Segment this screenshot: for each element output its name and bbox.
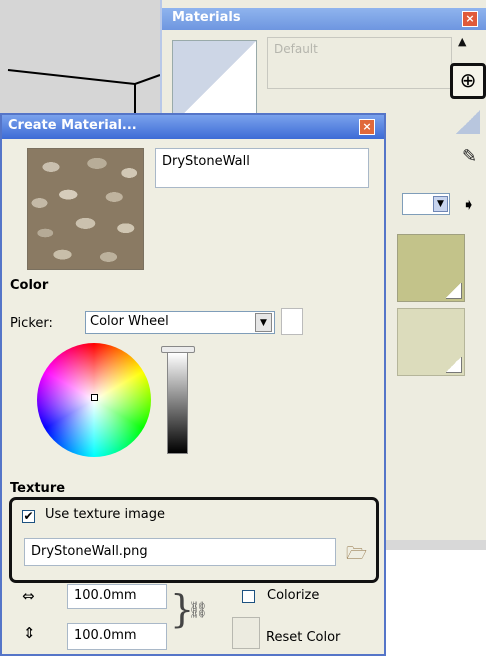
colorize-checkbox[interactable] xyxy=(242,590,255,603)
materials-name-text: Default xyxy=(274,42,318,56)
details-toggle-icon[interactable]: ▲ xyxy=(458,35,466,48)
eyedropper-icon[interactable]: ✎ xyxy=(462,146,477,167)
color-wheel-cursor[interactable] xyxy=(91,394,98,401)
chevron-down-icon[interactable]: ▼ xyxy=(255,313,272,332)
dialog-titlebar[interactable]: Create Material... × xyxy=(2,115,384,139)
height-arrow-icon: ⇕ xyxy=(23,624,36,642)
materials-title: Materials xyxy=(172,10,241,25)
texture-file-field[interactable]: DryStoneWall.png xyxy=(24,538,336,566)
reset-color-swatch[interactable] xyxy=(232,617,260,649)
color-preview-swatch xyxy=(281,308,303,335)
create-material-button[interactable]: ⊕ xyxy=(450,63,486,99)
model-geometry xyxy=(7,69,161,125)
texture-width-field[interactable]: 100.0mm xyxy=(67,584,167,609)
material-tile[interactable] xyxy=(397,308,465,376)
use-texture-checkbox[interactable]: ✔ xyxy=(22,510,35,523)
material-tile[interactable] xyxy=(397,234,465,302)
use-texture-label[interactable]: Use texture image xyxy=(45,507,165,522)
texture-heading: Texture xyxy=(10,481,66,496)
chain-link-icon[interactable]: ⛓ xyxy=(188,600,208,619)
tile-corner-icon xyxy=(446,357,462,373)
dialog-title: Create Material... xyxy=(8,118,137,133)
texture-height-field[interactable]: 100.0mm xyxy=(67,623,167,650)
color-heading: Color xyxy=(10,278,49,293)
materials-collection-select[interactable]: ▼ xyxy=(402,193,450,215)
texture-highlight-group: ✔ Use texture image DryStoneWall.png 🗁 xyxy=(9,497,379,583)
tile-corner-icon xyxy=(446,283,462,299)
chevron-down-icon[interactable]: ▼ xyxy=(433,196,448,212)
picker-select-value: Color Wheel xyxy=(90,314,169,329)
colorize-label[interactable]: Colorize xyxy=(267,588,319,603)
material-name-field[interactable]: DryStoneWall xyxy=(155,148,369,188)
materials-close-button[interactable]: × xyxy=(462,11,478,27)
default-material-swatch[interactable] xyxy=(456,110,480,134)
picker-label: Picker: xyxy=(10,316,53,331)
brightness-slider-thumb[interactable] xyxy=(161,346,195,353)
texture-preview xyxy=(27,148,144,270)
brightness-slider[interactable] xyxy=(167,352,188,454)
create-material-icon: ⊕ xyxy=(459,68,477,92)
materials-titlebar[interactable]: Materials × xyxy=(162,8,486,30)
reset-color-label[interactable]: Reset Color xyxy=(266,630,340,645)
dialog-close-button[interactable]: × xyxy=(359,119,375,135)
width-arrow-icon: ⇔ xyxy=(22,587,35,605)
model-viewport[interactable] xyxy=(0,0,161,125)
browse-folder-icon[interactable]: 🗁 xyxy=(346,541,367,570)
create-material-dialog: Create Material... × DryStoneWall Color … xyxy=(0,113,386,656)
details-arrow-icon[interactable]: ➧ xyxy=(462,195,475,214)
materials-name-field: Default xyxy=(267,37,452,89)
picker-select[interactable]: Color Wheel ▼ xyxy=(85,311,275,334)
